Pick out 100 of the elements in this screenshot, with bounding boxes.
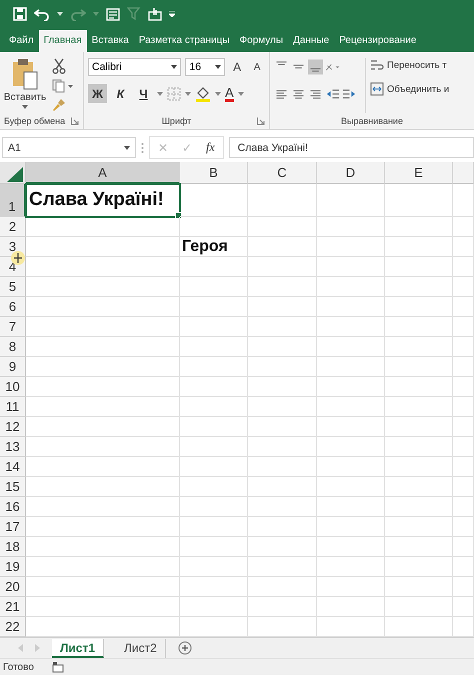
table-cell[interactable] <box>180 437 248 457</box>
caret-icon[interactable] <box>57 12 63 16</box>
active-cell[interactable]: Слава Україні! <box>26 184 180 217</box>
table-cell[interactable] <box>248 357 317 377</box>
table-cell[interactable] <box>317 397 385 417</box>
table-cell[interactable] <box>26 277 180 297</box>
table-cell[interactable] <box>453 397 474 417</box>
row-header[interactable]: 2 <box>0 217 26 237</box>
table-cell[interactable] <box>180 537 248 557</box>
table-cell[interactable] <box>453 577 474 597</box>
row-header[interactable]: 16 <box>0 497 26 517</box>
column-header[interactable]: B <box>180 162 248 184</box>
caret-icon[interactable] <box>215 92 221 96</box>
ribbon-tab[interactable]: Рецензирование <box>334 30 422 52</box>
table-cell[interactable] <box>180 337 248 357</box>
launcher-icon[interactable] <box>71 117 79 125</box>
table-cell[interactable] <box>453 237 474 257</box>
table-cell[interactable] <box>317 437 385 457</box>
table-cell[interactable] <box>453 517 474 537</box>
fill-color-icon[interactable] <box>195 86 211 102</box>
table-cell[interactable] <box>248 377 317 397</box>
row-header[interactable]: 15 <box>0 477 26 497</box>
ribbon-tab[interactable]: Данные <box>288 30 334 52</box>
table-cell[interactable] <box>180 317 248 337</box>
table-cell[interactable] <box>317 477 385 497</box>
ribbon-tab[interactable]: Файл <box>4 30 39 52</box>
table-cell[interactable] <box>385 337 453 357</box>
table-cell[interactable] <box>248 477 317 497</box>
caret-icon[interactable] <box>157 92 163 96</box>
table-cell[interactable] <box>317 557 385 577</box>
filter-icon[interactable] <box>127 7 141 21</box>
merge-button[interactable]: Объединить и <box>370 82 450 96</box>
table-cell[interactable] <box>317 337 385 357</box>
row-header[interactable]: 8 <box>0 337 26 357</box>
row-header[interactable]: 14 <box>0 457 26 477</box>
table-cell[interactable] <box>26 317 180 337</box>
table-cell[interactable] <box>453 437 474 457</box>
table-cell[interactable] <box>453 537 474 557</box>
table-cell[interactable] <box>26 357 180 377</box>
table-cell[interactable] <box>180 517 248 537</box>
table-cell[interactable] <box>385 457 453 477</box>
table-cell[interactable] <box>317 597 385 617</box>
row-header[interactable]: 22 <box>0 617 26 637</box>
table-cell[interactable] <box>180 277 248 297</box>
table-cell[interactable] <box>385 217 453 237</box>
table-cell[interactable] <box>180 357 248 377</box>
row-header[interactable]: 18 <box>0 537 26 557</box>
undo-icon[interactable] <box>34 7 50 21</box>
table-cell[interactable] <box>26 337 180 357</box>
table-cell[interactable] <box>317 377 385 397</box>
scroll-left-icon[interactable] <box>18 644 23 652</box>
table-cell[interactable] <box>26 457 180 477</box>
table-cell[interactable] <box>385 577 453 597</box>
table-cell[interactable] <box>317 517 385 537</box>
table-cell[interactable] <box>26 257 180 277</box>
paste-button[interactable]: Вставить <box>4 58 46 113</box>
table-cell[interactable] <box>317 457 385 477</box>
table-cell[interactable] <box>248 257 317 277</box>
table-cell[interactable] <box>248 517 317 537</box>
table-cell[interactable] <box>453 257 474 277</box>
ribbon-tab[interactable]: Разметка страницы <box>134 30 235 52</box>
form-icon[interactable] <box>106 8 120 20</box>
table-cell[interactable] <box>26 597 180 617</box>
row-header[interactable]: 11 <box>0 397 26 417</box>
save-icon[interactable] <box>13 7 27 21</box>
table-cell[interactable] <box>385 517 453 537</box>
brush-icon[interactable] <box>52 98 66 112</box>
table-cell[interactable] <box>26 497 180 517</box>
table-cell[interactable] <box>453 417 474 437</box>
row-header[interactable]: 13 <box>0 437 26 457</box>
table-cell[interactable] <box>453 217 474 237</box>
insert-function-button[interactable]: fx <box>206 140 215 155</box>
table-cell[interactable] <box>385 537 453 557</box>
table-cell[interactable] <box>248 217 317 237</box>
table-cell[interactable] <box>26 437 180 457</box>
column-header[interactable]: D <box>317 162 385 184</box>
table-cell[interactable] <box>317 417 385 437</box>
row-header[interactable]: 5 <box>0 277 26 297</box>
column-header[interactable]: A <box>26 162 180 184</box>
grow-font-button[interactable]: A <box>229 60 246 74</box>
wrap-text-button[interactable]: Переносить т <box>370 58 450 72</box>
table-cell[interactable] <box>453 377 474 397</box>
table-cell[interactable] <box>180 257 248 277</box>
fill-handle[interactable] <box>175 212 182 219</box>
table-cell[interactable] <box>317 497 385 517</box>
sheet-tab[interactable]: Лист1 <box>52 638 104 658</box>
table-cell[interactable] <box>453 477 474 497</box>
font-name-field[interactable]: Calibri <box>88 58 182 76</box>
table-cell[interactable] <box>26 577 180 597</box>
table-cell[interactable] <box>317 184 385 217</box>
row-header[interactable]: 19 <box>0 557 26 577</box>
table-cell[interactable] <box>385 257 453 277</box>
row-header[interactable]: 10 <box>0 377 26 397</box>
name-box[interactable]: A1 <box>2 137 136 158</box>
table-cell[interactable] <box>385 557 453 577</box>
table-cell[interactable] <box>180 377 248 397</box>
caret-icon[interactable] <box>238 92 244 96</box>
row-header[interactable]: 12 <box>0 417 26 437</box>
table-cell[interactable] <box>180 397 248 417</box>
table-cell[interactable] <box>317 317 385 337</box>
